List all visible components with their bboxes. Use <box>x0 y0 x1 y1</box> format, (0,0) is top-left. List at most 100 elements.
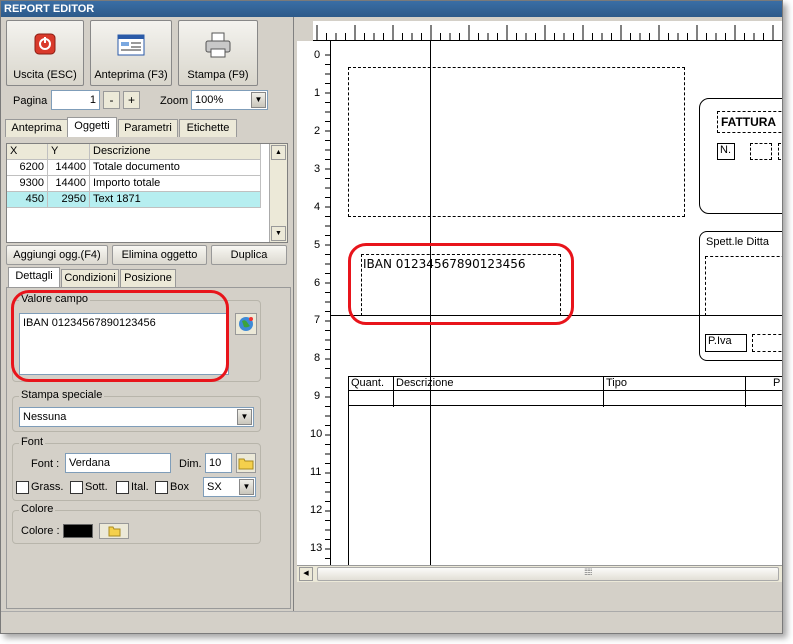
font-browse-button[interactable] <box>236 453 256 473</box>
font-size-label: Dim. <box>179 458 202 470</box>
tab-parameters[interactable]: Parametri <box>118 119 178 137</box>
left-panel: Uscita (ESC) Anteprima (F3) Stampa (F9) … <box>1 17 294 611</box>
cell-y: 14400 <box>48 176 90 192</box>
top-ruler-ticks <box>316 25 774 41</box>
lines-table-left-border <box>348 406 349 575</box>
cell-description: Importo totale <box>90 176 261 192</box>
color-group: Colore Colore : <box>12 503 261 544</box>
report-canvas-area: 0 1 2 3 4 5 6 7 8 9 10 11 0 1 2 3 4 5 6 … <box>297 17 782 611</box>
column-header-x[interactable]: X <box>7 144 48 160</box>
globe-button[interactable] <box>235 313 257 335</box>
invoice-date-field[interactable] <box>778 143 782 160</box>
vat-label: P.Iva <box>705 334 747 352</box>
color-picker-button[interactable] <box>99 523 129 539</box>
scroll-down-icon[interactable]: ▼ <box>271 226 286 241</box>
header-logo-box[interactable] <box>348 67 685 217</box>
cell-y: 2950 <box>48 192 90 208</box>
cell-description: Text 1871 <box>90 192 261 208</box>
detail-tabs: Dettagli Condizioni Posizione <box>6 267 291 289</box>
delete-object-button[interactable]: Elimina oggetto <box>112 245 207 265</box>
scroll-up-icon[interactable]: ▲ <box>271 145 286 160</box>
special-print-title: Stampa speciale <box>19 389 105 401</box>
power-icon <box>34 33 56 55</box>
bold-checkbox[interactable] <box>16 481 29 494</box>
table-header: X Y Descrizione <box>7 144 261 160</box>
special-print-group: Stampa speciale Nessuna ▼ <box>12 389 261 432</box>
scrollbar-thumb[interactable]: ⁞⁞⁞⁞⁞ <box>317 567 779 581</box>
font-title: Font <box>19 436 46 448</box>
font-size-input[interactable]: 10 <box>205 453 232 473</box>
zoom-select[interactable]: 100% ▼ <box>191 90 268 110</box>
color-title: Colore <box>19 503 56 515</box>
highlight-circle <box>11 290 229 382</box>
font-name-input[interactable]: Verdana <box>65 453 171 473</box>
column-header-y[interactable]: Y <box>48 144 90 160</box>
underline-checkbox[interactable] <box>70 481 83 494</box>
exit-button[interactable]: Uscita (ESC) <box>6 20 84 86</box>
table-row-selected[interactable]: 450 2950 Text 1871 <box>7 192 261 208</box>
column-quantity: Quant. <box>351 377 385 389</box>
preview-button[interactable]: Anteprima (F3) <box>90 20 172 86</box>
main-tabs: Anteprima Oggetti Parametri Etichette <box>3 117 293 139</box>
report-page[interactable]: FATTURA N. Spett.le Ditta P.Iva IBAN 012… <box>331 41 782 575</box>
alignment-select[interactable]: SX ▼ <box>203 477 256 497</box>
tab-preview[interactable]: Anteprima <box>5 119 68 137</box>
cell-description: Totale documento <box>90 160 261 176</box>
page-input[interactable]: 1 <box>51 90 100 110</box>
box-checkbox[interactable] <box>155 481 168 494</box>
addressee-box[interactable]: Spett.le Ditta P.Iva <box>699 231 782 361</box>
column-divider <box>393 377 394 407</box>
tab-position[interactable]: Posizione <box>120 269 176 287</box>
chevron-down-icon[interactable]: ▼ <box>237 409 252 425</box>
add-object-button[interactable]: Aggiungi ogg.(F4) <box>6 245 108 265</box>
underline-label: Sott. <box>85 481 108 493</box>
tab-conditions[interactable]: Condizioni <box>61 269 119 287</box>
box-label: Box <box>170 481 189 493</box>
bold-label: Grass. <box>31 481 64 493</box>
table-row[interactable]: 9300 14400 Importo totale <box>7 176 261 192</box>
zoom-label: Zoom <box>160 95 189 107</box>
preview-window-icon <box>117 34 145 56</box>
invoice-number-field[interactable] <box>750 143 772 160</box>
column-divider <box>745 377 746 407</box>
duplicate-button[interactable]: Duplica <box>211 245 287 265</box>
tab-objects[interactable]: Oggetti <box>67 117 117 137</box>
special-print-value: Nessuna <box>23 411 67 423</box>
column-description: Descrizione <box>396 377 454 389</box>
window-title: REPORT EDITOR <box>1 1 782 17</box>
zoom-value: 100% <box>195 94 224 106</box>
italic-checkbox[interactable] <box>116 481 129 494</box>
scroll-left-icon[interactable]: ◀ <box>299 567 313 581</box>
table-row[interactable]: 6200 14400 Totale documento <box>7 160 261 176</box>
column-header-description[interactable]: Descrizione <box>90 144 261 160</box>
lines-table-header[interactable]: Quant. Descrizione Tipo P <box>348 376 782 407</box>
chevron-down-icon[interactable]: ▼ <box>251 92 266 108</box>
table-vertical-scrollbar[interactable]: ▲ ▼ <box>269 144 287 242</box>
chevron-down-icon[interactable]: ▼ <box>239 479 254 495</box>
page-minus-button[interactable]: - <box>103 91 120 109</box>
column-divider <box>603 377 604 407</box>
printer-icon <box>205 32 231 58</box>
grip-icon: ⁞⁞⁞⁞⁞ <box>584 567 592 577</box>
tab-details[interactable]: Dettagli <box>8 267 60 287</box>
globe-icon <box>239 317 253 331</box>
font-group: Font Font : Verdana Dim. 10 Grass. Sott.… <box>12 436 261 501</box>
column-type: Tipo <box>606 377 627 389</box>
vat-field[interactable] <box>752 334 782 352</box>
horizontal-scrollbar[interactable]: ◀ ⁞⁞⁞⁞⁞ <box>297 565 782 582</box>
print-label: Stampa (F9) <box>187 69 249 81</box>
special-print-select[interactable]: Nessuna ▼ <box>19 407 254 427</box>
invoice-number-label: N. <box>717 143 735 160</box>
left-ruler-ticks <box>325 54 331 569</box>
invoice-box[interactable]: FATTURA N. <box>699 98 782 214</box>
exit-label: Uscita (ESC) <box>13 69 77 81</box>
invoice-title-field[interactable]: FATTURA <box>717 111 782 133</box>
color-swatch[interactable] <box>63 524 93 538</box>
objects-table: X Y Descrizione 6200 14400 Totale docume… <box>6 143 288 243</box>
addressee-field[interactable] <box>705 256 782 316</box>
folder-icon <box>108 526 121 537</box>
page-plus-button[interactable]: + <box>123 91 140 109</box>
print-button[interactable]: Stampa (F9) <box>178 20 258 86</box>
tab-labels[interactable]: Etichette <box>179 119 237 137</box>
report-editor-window: REPORT EDITOR Uscita (ESC) Anteprima (F3… <box>0 0 783 634</box>
